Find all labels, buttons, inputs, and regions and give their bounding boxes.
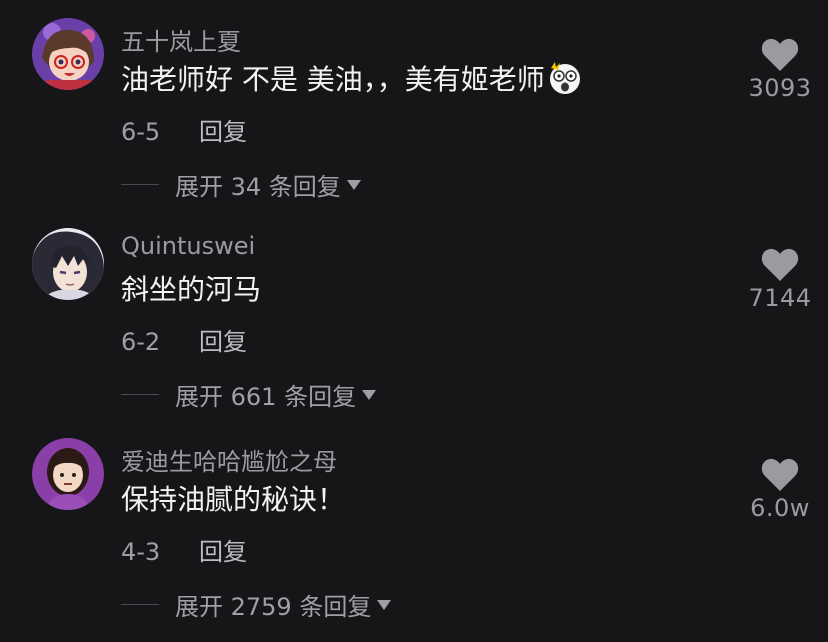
comment-item: 五十岚上夏 油老师好 不是 美油，，美有姬老师 6-5 回复 展开 34 条回复 … <box>0 0 828 210</box>
avatar[interactable] <box>32 438 104 510</box>
divider <box>121 184 159 185</box>
comment-text: 保持油腻的秘诀！ <box>121 478 345 518</box>
comment-text-body: 保持油腻的秘诀！ <box>121 483 346 516</box>
divider <box>121 394 159 395</box>
like-button[interactable]: 3093 <box>740 38 820 102</box>
anime-girl-glasses-avatar-icon <box>32 18 104 90</box>
comment-text-body: 油老师好 不是 美油，，美有姬老师 <box>121 63 545 96</box>
reply-button[interactable]: 回复 <box>199 538 247 566</box>
woman-emoji-avatar-icon <box>32 438 104 510</box>
comment-item: Quintuswei 斜坐的河马 6-2 回复 展开 661 条回复 7144 <box>0 210 828 420</box>
comment-text-body: 斜坐的河马 <box>121 273 262 306</box>
like-count: 3093 <box>748 74 812 102</box>
like-count: 6.0w <box>750 494 810 522</box>
comment-item: 爱迪生哈哈尴尬之母 保持油腻的秘诀！ 4-3 回复 展开 2759 条回复 6.0… <box>0 420 828 630</box>
anime-boy-dark-hair-avatar-icon <box>32 228 104 300</box>
comment-meta: 6-5 回复 <box>121 112 247 147</box>
shocked-face-emoji-icon <box>547 60 583 96</box>
comment-date: 6-2 <box>121 328 161 356</box>
heart-icon <box>761 458 799 491</box>
username[interactable]: 五十岚上夏 <box>121 22 241 57</box>
comment-text: 油老师好 不是 美油，，美有姬老师 <box>121 58 583 98</box>
caret-down-icon <box>346 179 361 190</box>
expand-replies-button[interactable]: 展开 34 条回复 <box>121 167 361 202</box>
reply-button[interactable]: 回复 <box>199 118 247 146</box>
avatar[interactable] <box>32 228 104 300</box>
like-button[interactable]: 7144 <box>740 248 820 312</box>
comment-date: 6-5 <box>121 118 161 146</box>
heart-icon <box>761 248 799 281</box>
expand-replies-button[interactable]: 展开 661 条回复 <box>121 377 377 412</box>
username[interactable]: 爱迪生哈哈尴尬之母 <box>121 442 337 477</box>
caret-down-icon <box>377 599 392 610</box>
expand-replies-label: 展开 2759 条回复 <box>175 593 372 621</box>
username[interactable]: Quintuswei <box>121 232 255 260</box>
like-count: 7144 <box>748 284 812 312</box>
expand-replies-label: 展开 661 条回复 <box>175 383 357 411</box>
comment-meta: 4-3 回复 <box>121 532 247 567</box>
avatar[interactable] <box>32 18 104 90</box>
reply-button[interactable]: 回复 <box>199 328 247 356</box>
comment-date: 4-3 <box>121 538 161 566</box>
caret-down-icon <box>362 389 377 400</box>
comment-text: 斜坐的河马 <box>121 268 261 308</box>
divider <box>121 604 159 605</box>
comment-meta: 6-2 回复 <box>121 322 247 357</box>
expand-replies-button[interactable]: 展开 2759 条回复 <box>121 587 392 622</box>
heart-icon <box>761 38 799 71</box>
like-button[interactable]: 6.0w <box>740 458 820 522</box>
expand-replies-label: 展开 34 条回复 <box>175 173 341 201</box>
